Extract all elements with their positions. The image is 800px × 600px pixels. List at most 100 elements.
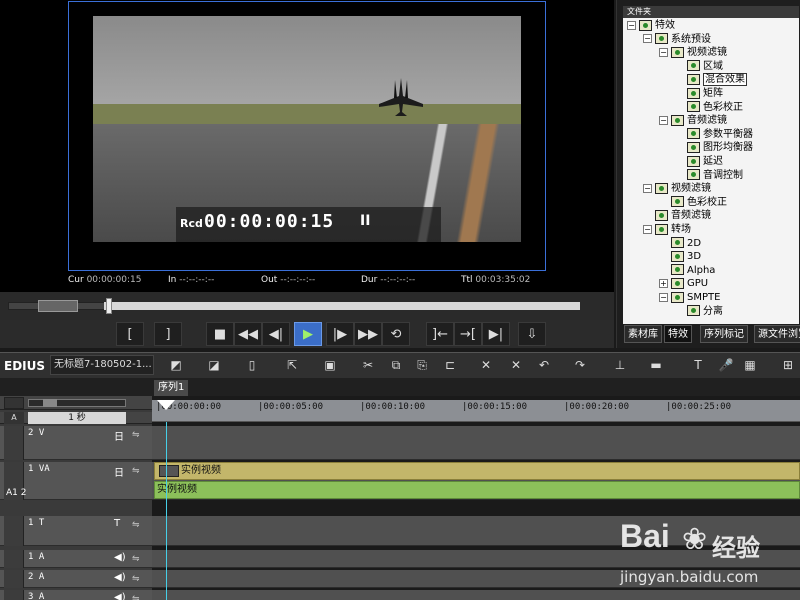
track-lock-toggle[interactable]: [4, 516, 24, 546]
track-mode-icon[interactable]: ◀): [114, 592, 126, 600]
expander-icon[interactable]: −: [659, 292, 668, 302]
copy-icon[interactable]: ⧉: [388, 357, 404, 373]
mode-icon[interactable]: ◪: [206, 357, 222, 373]
record-monitor[interactable]: Rcd 00:00:00:15 II Cur 00:00:00:15 In --…: [0, 0, 614, 292]
tree-item[interactable]: Alpha: [659, 264, 715, 278]
redo-icon[interactable]: ↷: [572, 357, 588, 373]
panel-tab[interactable]: 特效: [664, 325, 692, 343]
set-in-button[interactable]: [: [116, 322, 144, 346]
panel-tab[interactable]: 素材库: [624, 325, 662, 343]
save-icon[interactable]: ▣: [322, 357, 338, 373]
rewind-button[interactable]: ◀◀: [234, 322, 262, 346]
timeline-playhead[interactable]: [157, 400, 175, 410]
track-lock-toggle[interactable]: [4, 590, 24, 600]
open-icon[interactable]: ⇱: [284, 357, 300, 373]
sync-lock-icon[interactable]: ⇋: [132, 430, 140, 440]
tree-item[interactable]: 音频滤镜: [643, 209, 711, 223]
timescale-select[interactable]: 1 秒: [28, 412, 126, 424]
tree-item[interactable]: 分离: [675, 305, 723, 319]
mixer-icon[interactable]: ▦: [742, 357, 758, 373]
tree-item[interactable]: − 系统预设: [643, 33, 711, 47]
tab-sequence-1[interactable]: 序列1: [154, 380, 189, 396]
tree-item[interactable]: 矩阵: [675, 87, 723, 101]
tree-item[interactable]: 3D: [659, 250, 701, 264]
fast-forward-button[interactable]: ▶▶: [354, 322, 382, 346]
tree-item[interactable]: 延迟: [675, 155, 723, 169]
audio-clip[interactable]: 实例视频: [154, 481, 800, 499]
title-icon[interactable]: T: [690, 357, 706, 373]
track-mode-icon[interactable]: ◀): [114, 572, 126, 583]
render-icon[interactable]: ▬: [648, 357, 664, 373]
project-title[interactable]: 无标题7-180502-1...: [50, 355, 154, 375]
extract-button[interactable]: ▶|: [482, 322, 510, 346]
mode-icon[interactable]: ◩: [168, 357, 184, 373]
expander-icon[interactable]: +: [659, 278, 668, 288]
marker-icon[interactable]: ⊥: [612, 357, 628, 373]
sync-lock-icon[interactable]: ⇋: [132, 466, 140, 476]
track-lock-toggle[interactable]: [4, 426, 24, 460]
track-header[interactable]: 3 A ◀) ⇋: [0, 590, 152, 600]
video-clip[interactable]: 实例视频: [154, 462, 800, 480]
layout-icon[interactable]: ⊞: [780, 357, 796, 373]
expander-icon[interactable]: −: [659, 115, 668, 125]
tree-item[interactable]: 图形均衡器: [675, 141, 753, 155]
tree-item[interactable]: 音调控制: [675, 169, 743, 183]
undo-icon[interactable]: ↶: [536, 357, 552, 373]
track-mode-icon[interactable]: 日: [114, 464, 124, 479]
stop-button[interactable]: ■: [206, 322, 234, 346]
track-lane[interactable]: [152, 426, 800, 460]
sync-lock-icon[interactable]: ⇋: [132, 554, 140, 564]
mic-icon[interactable]: 🎤: [718, 357, 734, 373]
track-lock-toggle[interactable]: [4, 550, 24, 568]
replace-icon[interactable]: ⊏: [442, 357, 458, 373]
set-out-button[interactable]: ]: [154, 322, 182, 346]
expander-icon[interactable]: −: [643, 34, 652, 44]
sync-lock-icon[interactable]: ⇋: [132, 520, 140, 530]
loop-button[interactable]: ⟲: [382, 322, 410, 346]
tree-item[interactable]: − 视频滤镜: [643, 182, 711, 196]
tree-item[interactable]: 2D: [659, 237, 701, 251]
zoom-slider[interactable]: [28, 399, 126, 407]
tree-item[interactable]: 混合效果: [675, 73, 747, 87]
track-mode-icon[interactable]: 日: [114, 428, 124, 443]
paste-icon[interactable]: ⎘: [414, 357, 430, 373]
tree-item[interactable]: + GPU: [659, 277, 708, 291]
tree-item[interactable]: − 视频滤镜: [659, 46, 727, 60]
tree-item[interactable]: − 转场: [643, 223, 691, 237]
tree-item[interactable]: 参数平衡器: [675, 128, 753, 142]
expander-icon[interactable]: −: [643, 224, 652, 234]
expander-icon[interactable]: −: [627, 20, 636, 30]
cut-icon[interactable]: ✂: [360, 357, 376, 373]
step-forward-button[interactable]: |▶: [326, 322, 354, 346]
panel-tab[interactable]: 序列标记: [700, 325, 748, 343]
expander-icon[interactable]: −: [659, 47, 668, 57]
shuttle-handle[interactable]: [38, 300, 78, 312]
track-header[interactable]: 2 V 日 ⇋: [0, 426, 152, 460]
play-button[interactable]: ▶: [294, 322, 322, 346]
tree-item[interactable]: 区域: [675, 60, 723, 74]
tree-item[interactable]: − 音频滤镜: [659, 114, 727, 128]
scrub-playhead[interactable]: [106, 298, 112, 314]
sync-lock-icon[interactable]: ⇋: [132, 574, 140, 584]
insert-to-timeline-button[interactable]: ]←: [426, 322, 454, 346]
track-header[interactable]: 1 A ◀) ⇋: [0, 550, 152, 568]
overwrite-to-timeline-button[interactable]: →[: [454, 322, 482, 346]
panel-tab[interactable]: 源文件浏览: [754, 325, 800, 343]
zoom-slider-thumb[interactable]: [43, 399, 57, 407]
tree-item[interactable]: 色彩校正: [659, 196, 727, 210]
step-back-button[interactable]: ◀|: [262, 322, 290, 346]
track-header[interactable]: 2 A ◀) ⇋: [0, 570, 152, 588]
track-mode-icon[interactable]: T: [114, 518, 120, 529]
scrub-bar[interactable]: [8, 298, 580, 314]
tree-item[interactable]: − SMPTE: [659, 291, 720, 305]
lift-button[interactable]: ⇩: [518, 322, 546, 346]
tree-item[interactable]: 色彩校正: [675, 101, 743, 115]
new-file-icon[interactable]: ▯: [244, 357, 260, 373]
track-mode-icon[interactable]: ◀): [114, 552, 126, 563]
sync-lock-icon[interactable]: ⇋: [132, 594, 140, 600]
track-lock-toggle[interactable]: [4, 570, 24, 588]
timeline-ruler[interactable]: |00:00:00:00 |00:00:05:00 |00:00:10:00 |00:…: [152, 400, 800, 422]
tree-item[interactable]: − 特效: [627, 19, 675, 33]
delete-icon[interactable]: ✕: [478, 357, 494, 373]
track-header[interactable]: 1 T T ⇋: [0, 516, 152, 546]
